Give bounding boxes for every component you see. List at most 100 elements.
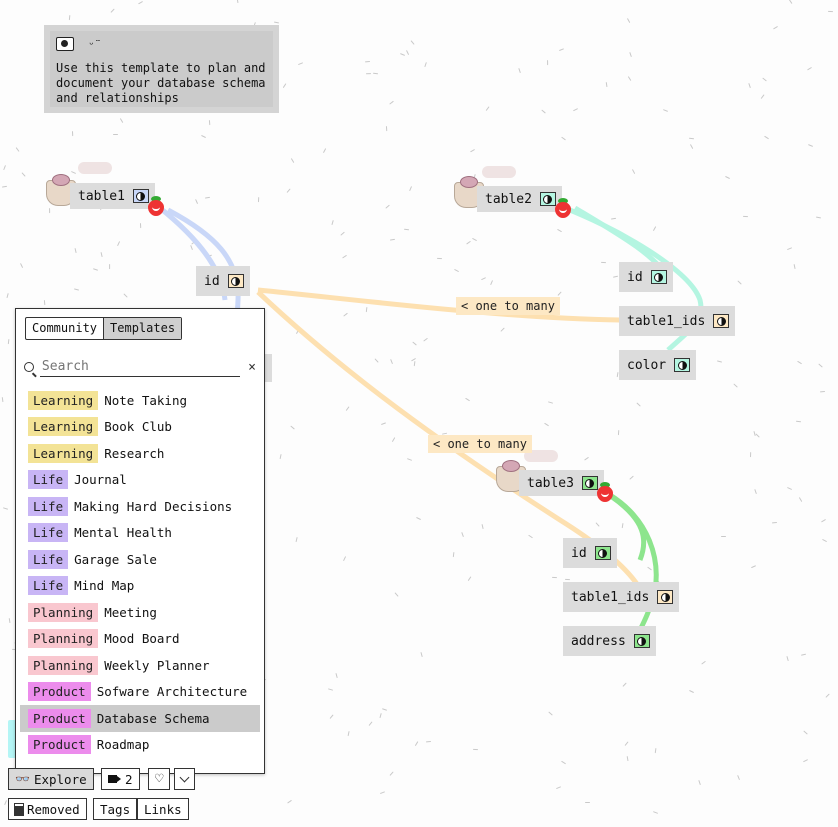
template-item[interactable]: Life Mind Map: [20, 573, 260, 600]
category-badge: Learning: [28, 390, 99, 410]
table-node-table1[interactable]: table1: [70, 183, 155, 209]
tab-community[interactable]: Community: [26, 318, 103, 339]
category-badge: Life: [28, 496, 69, 516]
strawberry-icon[interactable]: [146, 196, 166, 218]
removed-button[interactable]: Removed: [8, 798, 87, 820]
table-node-table2[interactable]: table2: [477, 186, 562, 212]
explore-button[interactable]: 👓 Explore: [8, 768, 94, 790]
toggle-icon[interactable]: [650, 270, 667, 284]
category-badge: Planning: [28, 655, 99, 675]
template-item[interactable]: Life Making Hard Decisions: [20, 493, 260, 520]
category-badge: Product: [28, 708, 91, 728]
category-badge: Learning: [28, 443, 99, 463]
explore-label: Explore: [33, 771, 87, 787]
template-item[interactable]: Product Database Schema: [20, 705, 260, 732]
field-name: table1_ids: [571, 589, 650, 605]
template-name: Book Club: [104, 419, 172, 435]
template-name: Weekly Planner: [104, 657, 210, 673]
toggle-icon[interactable]: [657, 590, 674, 604]
category-badge: Planning: [28, 602, 99, 622]
relation-label[interactable]: < one to many: [456, 297, 560, 315]
toggle-icon[interactable]: [713, 314, 730, 328]
toggle-icon[interactable]: [633, 634, 650, 648]
template-name: Mood Board: [104, 631, 180, 647]
toggle-icon[interactable]: [227, 274, 244, 288]
smile-icon[interactable]: ᵕ̈: [88, 38, 95, 51]
field-node-table2-table1_ids[interactable]: table1_ids: [619, 306, 736, 336]
template-name: Journal: [74, 472, 127, 488]
field-name: id: [204, 273, 220, 289]
template-item[interactable]: Product Sofware Architecture: [20, 679, 260, 706]
template-item[interactable]: Life Garage Sale: [20, 546, 260, 573]
strawberry-icon[interactable]: [595, 482, 615, 504]
info-card: ᵕ̈ Use this template to plan and documen…: [44, 25, 279, 113]
binoculars-icon: 👓: [15, 772, 30, 786]
template-item[interactable]: Learning Note Taking: [20, 387, 260, 414]
steam-decoration: [78, 162, 112, 174]
template-name: Database Schema: [96, 710, 210, 726]
field-name: id: [571, 545, 587, 561]
search-bar: ×: [24, 357, 256, 377]
camera-count-button[interactable]: 2: [101, 768, 140, 790]
template-name: Mental Health: [74, 525, 172, 541]
clear-search-button[interactable]: ×: [248, 360, 256, 375]
template-name: Meeting: [104, 604, 157, 620]
field-node-table3-id[interactable]: id: [563, 538, 617, 568]
heart-icon: ♡: [155, 771, 164, 787]
camera-icon: [108, 775, 121, 783]
field-node-table3-table1_ids[interactable]: table1_ids: [563, 582, 680, 612]
category-badge: Planning: [28, 629, 99, 649]
heart-button[interactable]: ♡: [148, 768, 171, 790]
field-node-table2-color[interactable]: color: [619, 350, 697, 380]
info-text: Use this template to plan and document y…: [56, 61, 266, 105]
removed-label: Removed: [27, 801, 80, 817]
field-node-table1-id[interactable]: id: [196, 266, 250, 296]
template-list: Learning Note Taking Learning Book Club Lear…: [20, 387, 260, 758]
template-item[interactable]: Life Mental Health: [20, 520, 260, 547]
category-badge: Life: [28, 523, 69, 543]
template-name: Note Taking: [104, 392, 188, 408]
tags-button[interactable]: Tags: [93, 798, 138, 820]
table-node-table3[interactable]: table3: [519, 470, 604, 496]
relation-label[interactable]: < one to many: [428, 435, 532, 453]
category-badge: Life: [28, 549, 69, 569]
category-badge: Product: [28, 682, 91, 702]
tab-templates[interactable]: Templates: [103, 318, 182, 339]
field-node-table2-id[interactable]: id: [619, 262, 673, 292]
template-name: Garage Sale: [74, 551, 157, 567]
links-label: Links: [144, 801, 182, 817]
template-item[interactable]: Learning Research: [20, 440, 260, 467]
dropdown-button[interactable]: [174, 768, 195, 790]
eye-icon[interactable]: [56, 37, 74, 51]
template-item[interactable]: Life Journal: [20, 467, 260, 494]
tags-label: Tags: [100, 801, 131, 817]
field-name: table1_ids: [627, 313, 706, 329]
template-item[interactable]: Planning Weekly Planner: [20, 652, 260, 679]
table-name: table1: [78, 188, 125, 204]
strawberry-icon[interactable]: [553, 198, 573, 220]
camera-count: 2: [125, 771, 133, 787]
category-badge: Learning: [28, 417, 99, 437]
template-item[interactable]: Learning Book Club: [20, 414, 260, 441]
template-picker-panel: Community Templates × Learning Note Takin…: [15, 308, 265, 774]
template-item[interactable]: Product Roadmap: [20, 732, 260, 759]
field-name: address: [571, 633, 626, 649]
links-button[interactable]: Links: [137, 798, 189, 820]
template-name: Research: [104, 445, 165, 461]
toggle-icon[interactable]: [594, 546, 611, 560]
table-name: table3: [527, 475, 574, 491]
template-name: Mind Map: [74, 578, 135, 594]
search-input[interactable]: [39, 357, 241, 377]
template-name: Making Hard Decisions: [74, 498, 233, 514]
template-item[interactable]: Planning Mood Board: [20, 626, 260, 653]
tab-switcher: Community Templates: [25, 317, 183, 340]
search-icon: [24, 362, 34, 372]
category-badge: Product: [28, 735, 91, 755]
field-name: id: [627, 269, 643, 285]
trash-icon: [14, 802, 24, 816]
template-item[interactable]: Planning Meeting: [20, 599, 260, 626]
field-node-table3-address[interactable]: address: [563, 626, 656, 656]
toggle-icon[interactable]: [674, 358, 691, 372]
field-name: color: [627, 357, 667, 373]
steam-decoration: [482, 166, 516, 178]
